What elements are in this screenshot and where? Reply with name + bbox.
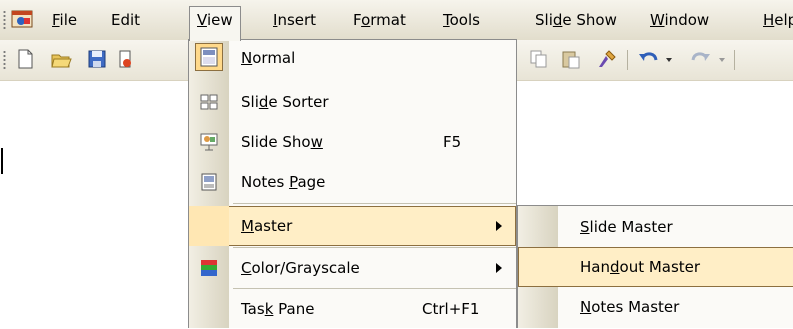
menu-item-label: Color/Grayscale xyxy=(241,259,360,277)
menu-item-handout-master[interactable]: Handout Master xyxy=(518,247,793,287)
redo-dropdown-icon[interactable] xyxy=(717,48,727,70)
menu-item-label: Handout Master xyxy=(580,258,701,276)
undo-icon[interactable] xyxy=(637,48,659,70)
menu-item-label: Slide Show xyxy=(241,133,323,151)
menu-item-label: Normal xyxy=(241,49,296,67)
menu-item-notes-page[interactable]: Notes Page xyxy=(189,162,516,202)
menu-edit[interactable]: Edit xyxy=(104,7,147,33)
view-menu-dropdown: Normal Slide Sorter Slide Show F5 Notes … xyxy=(188,39,517,328)
menu-item-slide-master[interactable]: Slide Master xyxy=(518,207,793,247)
copy-icon[interactable] xyxy=(528,48,550,70)
menu-item-label: Notes Master xyxy=(580,298,680,316)
menu-item-label: Slide Sorter xyxy=(241,93,329,111)
menu-item-master[interactable]: Master xyxy=(189,206,516,246)
menu-window[interactable]: Window xyxy=(643,7,716,33)
menu-item-color-grayscale[interactable]: Color/Grayscale xyxy=(189,248,516,288)
text-cursor xyxy=(1,148,3,174)
paste-icon[interactable] xyxy=(560,48,582,70)
toolbar-separator xyxy=(734,50,735,70)
menu-item-task-pane[interactable]: Task Pane Ctrl+F1 xyxy=(189,289,516,329)
submenu-arrow-icon xyxy=(496,221,502,231)
format-painter-icon[interactable] xyxy=(596,48,618,70)
powerpoint-icon[interactable] xyxy=(11,8,35,30)
slide-sorter-icon xyxy=(200,94,218,110)
normal-view-icon xyxy=(195,43,223,71)
menu-item-label: Task Pane xyxy=(241,300,315,318)
shortcut-label: Ctrl+F1 xyxy=(422,300,480,318)
submenu-arrow-icon xyxy=(496,263,502,273)
shortcut-label: F5 xyxy=(443,133,462,151)
menu-insert[interactable]: Insert xyxy=(266,7,323,33)
new-icon[interactable] xyxy=(14,48,36,70)
notes-page-icon xyxy=(201,173,217,191)
slide-show-icon xyxy=(200,133,218,151)
menu-slide-show[interactable]: Slide Show xyxy=(528,7,624,33)
menu-separator xyxy=(233,203,516,204)
menu-file[interactable]: File xyxy=(45,7,84,33)
menu-bar: File Edit View Insert Format Tools Slide… xyxy=(0,0,793,41)
save-icon[interactable] xyxy=(86,48,108,70)
open-icon[interactable] xyxy=(50,48,72,70)
toolbar-grip[interactable] xyxy=(3,50,6,70)
color-grayscale-icon xyxy=(201,260,217,276)
menu-tools[interactable]: Tools xyxy=(436,7,487,33)
menu-format[interactable]: Format xyxy=(346,7,413,33)
master-submenu: Slide Master Handout Master Notes Master xyxy=(517,205,793,328)
redo-icon[interactable] xyxy=(690,48,712,70)
menu-item-label: Slide Master xyxy=(580,218,673,236)
menu-view[interactable]: View xyxy=(189,6,241,41)
menu-item-label: Notes Page xyxy=(241,173,326,191)
undo-dropdown-icon[interactable] xyxy=(664,48,674,70)
menu-item-label: Master xyxy=(241,217,293,235)
menu-item-notes-master[interactable]: Notes Master xyxy=(518,287,793,327)
menu-help[interactable]: Help xyxy=(756,7,793,33)
menu-item-slide-show[interactable]: Slide Show F5 xyxy=(189,122,516,162)
menu-item-slide-sorter[interactable]: Slide Sorter xyxy=(189,82,516,122)
toolbar-grip[interactable] xyxy=(3,10,6,30)
menu-item-normal[interactable]: Normal xyxy=(189,40,516,80)
highlight-rail xyxy=(189,206,229,246)
permission-icon[interactable] xyxy=(118,48,132,70)
toolbar-separator xyxy=(627,50,628,70)
